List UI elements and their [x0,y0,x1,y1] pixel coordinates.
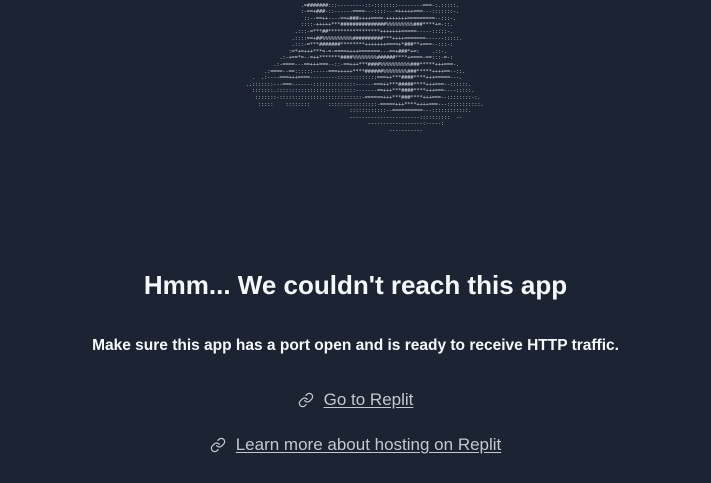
page-title: Hmm... We couldn't reach this app [143,270,568,300]
link-icon [298,392,313,408]
error-description: Make sure this app has a port open and i… [92,337,619,354]
go-to-replit-link[interactable]: Go to Replit [324,390,414,410]
learn-more-hosting-link[interactable]: Learn more about hosting on Replit [236,435,502,455]
learn-more-row: Learn more about hosting on Replit [0,435,711,455]
ascii-art-text: -+##***#====--::==--::. .. -- :: .=#####… [245,0,484,134]
ascii-art-illustration: -+##***#====--::==--::. .. -- :: .=#####… [0,0,711,170]
link-icon [210,437,225,453]
go-to-replit-row: Go to Replit [0,390,711,410]
